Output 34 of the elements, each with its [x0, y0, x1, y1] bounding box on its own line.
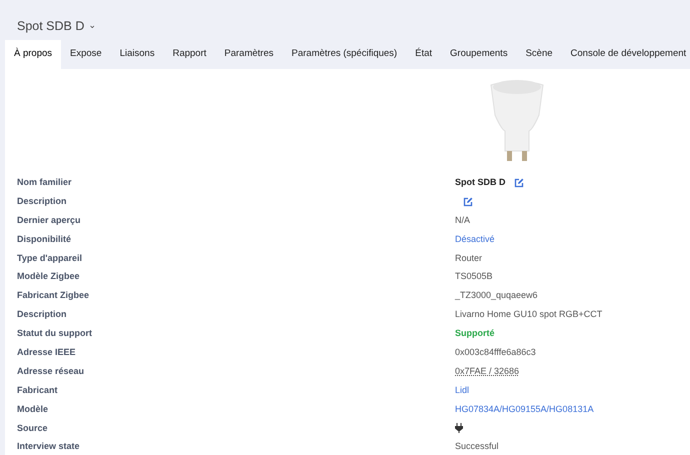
- field-label: Modèle Zigbee: [17, 270, 81, 284]
- field-value: Livarno Home GU10 spot RGB+CCT: [455, 308, 602, 322]
- edit-icon[interactable]: [514, 178, 524, 188]
- device-title[interactable]: Spot SDB D: [17, 16, 84, 36]
- caret-icon[interactable]: ⌄: [88, 19, 96, 33]
- field-label: Modèle: [17, 402, 50, 416]
- field-label: Disponibilité: [17, 232, 72, 246]
- value-link[interactable]: HG07834A/HG09155A/HG08131A: [455, 402, 594, 416]
- field-label: Fabricant Zigbee: [17, 289, 90, 302]
- field-label: Dernier aperçu: [17, 214, 82, 227]
- field-value: Router: [455, 252, 482, 264]
- field-label: Interview state: [17, 440, 81, 454]
- field-label: Fabricant: [17, 384, 59, 397]
- device-name: Spot SDB D: [455, 176, 506, 189]
- value-link[interactable]: Lidl: [455, 384, 470, 398]
- support-status: Supporté: [455, 327, 494, 340]
- field-label: Adresse IEEE: [17, 346, 77, 359]
- edit-icon[interactable]: [463, 196, 473, 207]
- field-value: N/A: [455, 214, 470, 227]
- field-value: 0x003c84fffe6a86c3: [455, 346, 536, 359]
- network-address: 0x7FAE / 32686: [455, 364, 520, 378]
- plug-icon: [455, 423, 463, 434]
- field-label: Adresse réseau: [17, 364, 86, 378]
- field-label: Nom familier: [17, 176, 73, 189]
- value-link[interactable]: Désactivé: [455, 232, 495, 246]
- field-label: Description: [17, 308, 68, 322]
- field-value: Successful: [455, 440, 499, 454]
- field-value: _TZ3000_quqaeew6: [455, 289, 538, 302]
- field-label: Type d'appareil: [17, 252, 83, 265]
- field-label: Statut du support: [17, 327, 93, 340]
- field-label: Source: [17, 422, 49, 435]
- tab[interactable]: À propos: [5, 40, 62, 70]
- field-label: Description: [17, 194, 68, 208]
- field-value: TS0505B: [455, 270, 493, 284]
